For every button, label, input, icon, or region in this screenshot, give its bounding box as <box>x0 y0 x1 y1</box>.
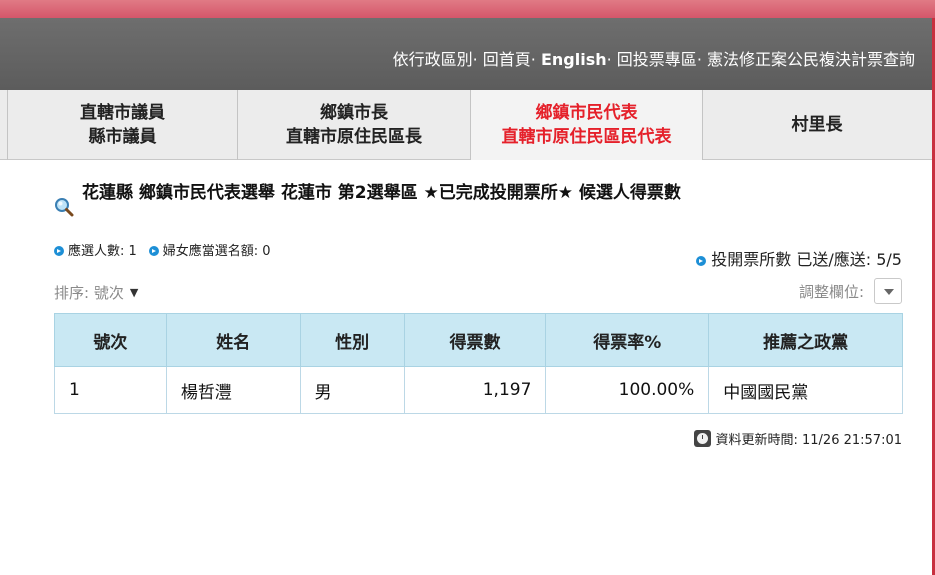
tab-left-stub <box>0 90 8 160</box>
update-time: 資料更新時間: 11/26 21:57:01 <box>693 429 903 448</box>
link-english[interactable]: English <box>541 50 607 69</box>
link-home[interactable]: 回首頁 <box>483 50 531 69</box>
tab-label-line1: 直轄市議員 <box>80 103 165 123</box>
tab-label-line1: 鄉鎮市民代表 <box>535 103 638 123</box>
info-dot-icon <box>54 246 64 256</box>
search-icon <box>55 198 74 217</box>
separator: · <box>472 50 483 69</box>
column-header-gender[interactable]: 性別 <box>299 313 405 367</box>
header-bar: 依行政區別· 回首頁· English· 回投票專區· 憲法修正案公民複決計票查… <box>0 18 935 90</box>
station-count: 投開票所數 已送/應送: 5/5 <box>696 246 902 270</box>
tab-label-line1: 鄉鎮市長 <box>320 103 388 123</box>
link-by-district[interactable]: 依行政區別 <box>393 50 473 69</box>
sort-label: 排序: <box>54 284 90 302</box>
info-dot-icon <box>696 256 707 266</box>
election-tabs: 直轄市議員 縣市議員 鄉鎮市長 直轄市原住民區長 鄉鎮市民代表 直轄市原住民區民… <box>0 90 932 160</box>
table-row: 1 楊哲灃 男 1,197 100.00% 中國國民黨 <box>54 366 903 414</box>
tab-label-line2: 直轄市原住民區長 <box>286 127 422 147</box>
station-count-text: 投開票所數 已送/應送: 5/5 <box>711 250 902 269</box>
cell-votes: 1,197 <box>403 366 547 414</box>
adjust-columns: 調整欄位: <box>799 278 902 304</box>
page-title: 花蓮縣 鄉鎮市民代表選舉 花蓮市 第2選舉區 ★已完成投開票所★ 候選人得票數 <box>82 183 681 203</box>
cell-party: 中國國民黨 <box>708 366 903 414</box>
adjust-columns-label: 調整欄位: <box>798 282 864 301</box>
table-header-row: 號次 姓名 性別 得票數 得票率% 推薦之政黨 <box>54 313 903 367</box>
update-time-text: 資料更新時間: 11/26 21:57:01 <box>715 433 903 448</box>
sort-value: 號次 <box>93 284 124 302</box>
results-table: 號次 姓名 性別 得票數 得票率% 推薦之政黨 1 楊哲灃 男 1,197 10… <box>54 313 903 414</box>
tab-label-line1: 村里長 <box>791 115 843 135</box>
tab-label-line2: 縣市議員 <box>88 127 157 147</box>
link-voting-zone[interactable]: 回投票專區 <box>617 50 697 69</box>
column-header-number[interactable]: 號次 <box>54 313 167 367</box>
cell-name: 楊哲灃 <box>165 366 301 414</box>
separator: · <box>696 50 707 69</box>
cell-rate: 100.00% <box>545 366 710 414</box>
column-header-rate[interactable]: 得票率% <box>545 313 710 367</box>
cell-number: 1 <box>54 366 167 414</box>
separator: · <box>606 50 617 69</box>
cell-gender: 男 <box>299 366 405 414</box>
link-referendum[interactable]: 憲法修正案公民複決計票查詢 <box>707 50 915 69</box>
tab-township-representative[interactable]: 鄉鎮市民代表 直轄市原住民區民代表 <box>471 90 703 160</box>
clock-icon <box>693 430 711 447</box>
separator: · <box>530 50 541 69</box>
election-info: 應選人數: 1 婦女應當選名額: 0 <box>54 240 271 259</box>
tab-township-mayor[interactable]: 鄉鎮市長 直轄市原住民區長 <box>238 90 471 160</box>
tab-village-chief[interactable]: 村里長 <box>703 90 931 160</box>
top-color-strip <box>0 0 935 18</box>
tab-councilor[interactable]: 直轄市議員 縣市議員 <box>8 90 238 160</box>
tab-label-line2: 直轄市原住民區民代表 <box>501 127 672 147</box>
sort-select[interactable]: 排序: 號次 ▼ <box>54 282 138 303</box>
info-dot-icon <box>148 246 159 256</box>
women-quota: 婦女應當選名額: 0 <box>162 244 271 259</box>
column-header-name[interactable]: 姓名 <box>165 313 301 367</box>
column-header-party[interactable]: 推薦之政黨 <box>708 313 903 367</box>
header-links: 依行政區別· 回首頁· English· 回投票專區· 憲法修正案公民複決計票查… <box>393 46 915 70</box>
chevron-down-icon: ▼ <box>129 286 139 299</box>
adjust-columns-button[interactable] <box>874 278 902 304</box>
elect-count: 應選人數: 1 <box>68 244 137 259</box>
column-header-votes[interactable]: 得票數 <box>403 313 547 367</box>
